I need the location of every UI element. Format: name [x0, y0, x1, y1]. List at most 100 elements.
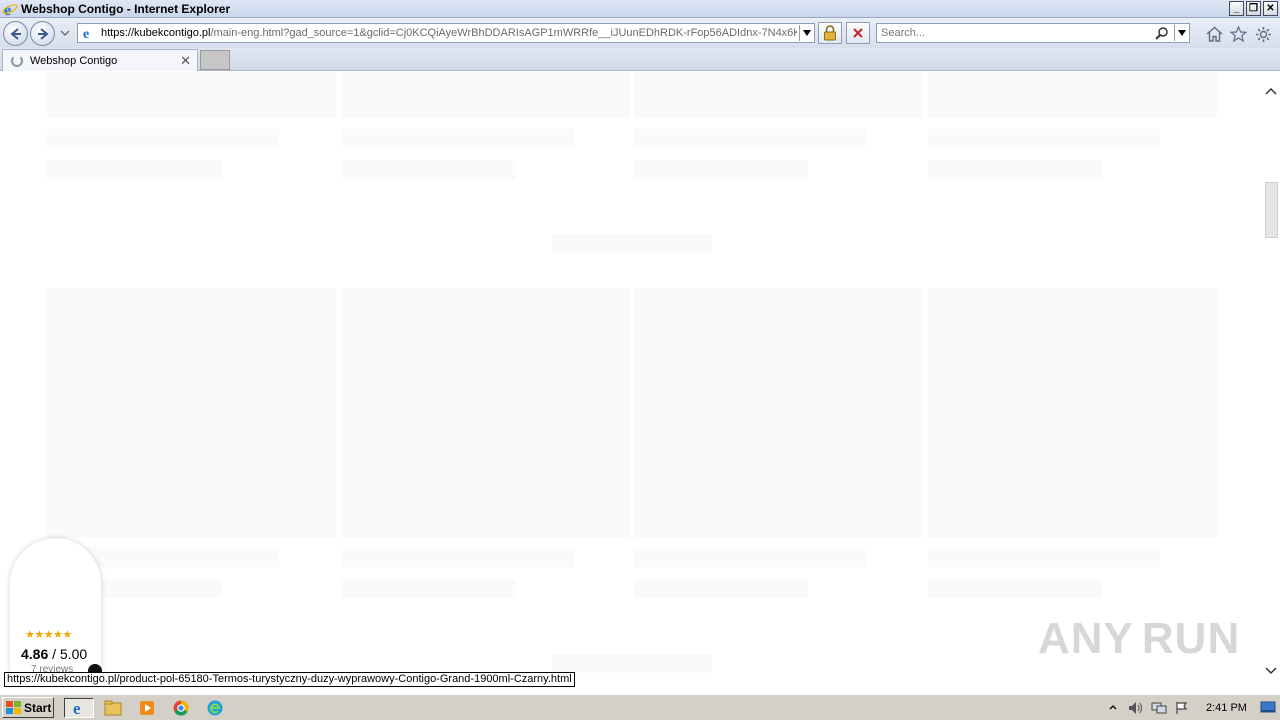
search-dropdown-icon[interactable]	[1174, 25, 1188, 41]
svg-text:e: e	[4, 2, 11, 17]
status-link-url: https://kubekcontigo.pl/product-pol-6518…	[4, 672, 575, 687]
internet-explorer-icon: e	[2, 1, 18, 17]
tab-label: Webshop Contigo	[30, 54, 118, 67]
scroll-up-icon[interactable]	[1265, 86, 1277, 96]
svg-text:e: e	[73, 699, 81, 717]
taskbar: Start e 2:41 PM	[0, 694, 1280, 720]
address-host: https://kubekcontigo.pl	[101, 27, 211, 39]
product-price-placeholder	[928, 160, 1102, 179]
product-price-placeholder	[928, 579, 1102, 598]
home-icon[interactable]	[1205, 25, 1223, 43]
tab-close-icon[interactable]: ✕	[180, 53, 191, 69]
scroll-thumb[interactable]	[1265, 182, 1278, 238]
forward-arrow-icon	[37, 27, 49, 40]
chrome-icon	[173, 700, 189, 716]
new-tab-button[interactable]	[200, 50, 230, 70]
start-label: Start	[24, 700, 52, 715]
rating-separator: /	[48, 646, 60, 662]
lock-icon	[824, 25, 836, 41]
minimize-button[interactable]: _	[1229, 1, 1244, 16]
navigation-bar: e https://kubekcontigo.pl/main-eng.html?…	[0, 18, 1280, 48]
taskbar-chrome[interactable]	[166, 698, 196, 718]
product-price-placeholder	[47, 160, 221, 179]
stop-button[interactable]	[846, 22, 870, 44]
rating-value: 4.86	[21, 646, 49, 662]
product-title-placeholder	[342, 548, 574, 567]
product-price-placeholder	[634, 160, 808, 179]
page-content	[0, 72, 1262, 694]
windows-flag-icon	[6, 700, 21, 714]
folder-icon	[104, 700, 122, 716]
product-title-placeholder	[928, 129, 1160, 148]
rating-stars: ★★★★★	[25, 629, 72, 641]
taskbar-media-player[interactable]	[132, 698, 162, 718]
product-image-placeholder	[634, 72, 922, 118]
product-price-placeholder	[342, 160, 516, 179]
back-arrow-icon	[9, 27, 21, 40]
tab-bar: Webshop Contigo ✕	[0, 48, 1280, 71]
system-tray: 2:41 PM	[1104, 698, 1278, 718]
anyrun-watermark: ANY RUN	[1038, 612, 1239, 666]
product-title-placeholder	[342, 129, 574, 148]
rating-score: 4.86 / 5.00	[21, 646, 87, 662]
back-button[interactable]	[3, 21, 28, 46]
scroll-down-icon[interactable]	[1265, 666, 1277, 676]
ie-window: e Webshop Contigo - Internet Explorer _ …	[0, 0, 1280, 720]
volume-icon[interactable]	[1127, 700, 1145, 716]
loading-spinner-icon	[11, 54, 23, 67]
rating-max: 5.00	[59, 646, 88, 662]
close-window-button[interactable]: ✕	[1263, 1, 1278, 16]
taskbar-internet-explorer[interactable]: e	[64, 698, 94, 718]
address-bar[interactable]: e https://kubekcontigo.pl/main-eng.html?…	[77, 23, 815, 43]
reviews-rating-widget[interactable]: ★★★★★ 4.86 / 5.00 7 reviews	[10, 538, 102, 675]
product-title-placeholder	[47, 129, 279, 148]
address-path: /main-eng.html?gad_source=1&gclid=Cj0KCQ…	[210, 27, 797, 39]
product-image-placeholder	[342, 288, 630, 538]
section-heading-placeholder	[552, 234, 712, 253]
product-image-placeholder	[634, 288, 922, 538]
product-title-placeholder	[634, 129, 866, 148]
search-icon[interactable]	[1155, 26, 1169, 40]
widget-toggle-badge[interactable]	[88, 664, 102, 672]
search-box[interactable]	[876, 23, 1190, 43]
product-title-placeholder	[634, 548, 866, 567]
window-title: Webshop Contigo - Internet Explorer	[21, 1, 231, 16]
restore-button[interactable]: ❐	[1246, 1, 1261, 16]
forward-button[interactable]	[30, 21, 55, 46]
favorites-star-icon[interactable]	[1229, 25, 1247, 43]
history-dropdown-icon[interactable]	[60, 28, 70, 38]
title-bar: e Webshop Contigo - Internet Explorer _ …	[0, 0, 1280, 18]
product-price-placeholder	[634, 579, 808, 598]
product-image-placeholder	[928, 72, 1217, 118]
address-url[interactable]: https://kubekcontigo.pl/main-eng.html?ga…	[101, 27, 797, 39]
action-center-flag-icon[interactable]	[1173, 700, 1191, 716]
address-dropdown-icon[interactable]	[799, 25, 813, 41]
product-price-placeholder	[342, 579, 516, 598]
edge-icon	[207, 700, 223, 716]
taskbar-clock[interactable]: 2:41 PM	[1206, 702, 1247, 714]
network-icon[interactable]	[1150, 700, 1168, 716]
product-image-placeholder	[342, 72, 630, 118]
watermark-text-right: RUN	[1141, 614, 1241, 663]
show-desktop-icon[interactable]	[1260, 699, 1276, 715]
settings-gear-icon[interactable]	[1254, 25, 1272, 43]
show-hidden-icons-icon[interactable]	[1104, 700, 1122, 716]
taskbar-edge[interactable]	[200, 698, 230, 718]
tab-webshop-contigo[interactable]: Webshop Contigo ✕	[2, 49, 198, 71]
section-heading-placeholder	[552, 654, 712, 673]
vertical-scrollbar[interactable]	[1262, 72, 1280, 694]
stop-x-icon	[853, 28, 863, 38]
product-image-placeholder	[47, 288, 336, 538]
internet-explorer-icon: e	[73, 699, 81, 717]
security-lock-button[interactable]	[818, 22, 842, 44]
media-player-icon	[140, 701, 154, 715]
product-image-placeholder	[928, 288, 1217, 538]
product-image-placeholder	[47, 72, 336, 118]
product-title-placeholder	[928, 548, 1160, 567]
taskbar-file-explorer[interactable]	[98, 698, 128, 718]
watermark-text-left: ANY	[1038, 614, 1134, 663]
start-button[interactable]: Start	[2, 697, 54, 718]
svg-text:e: e	[83, 27, 89, 40]
search-input[interactable]	[877, 24, 1147, 42]
page-favicon-icon: e	[81, 25, 97, 41]
